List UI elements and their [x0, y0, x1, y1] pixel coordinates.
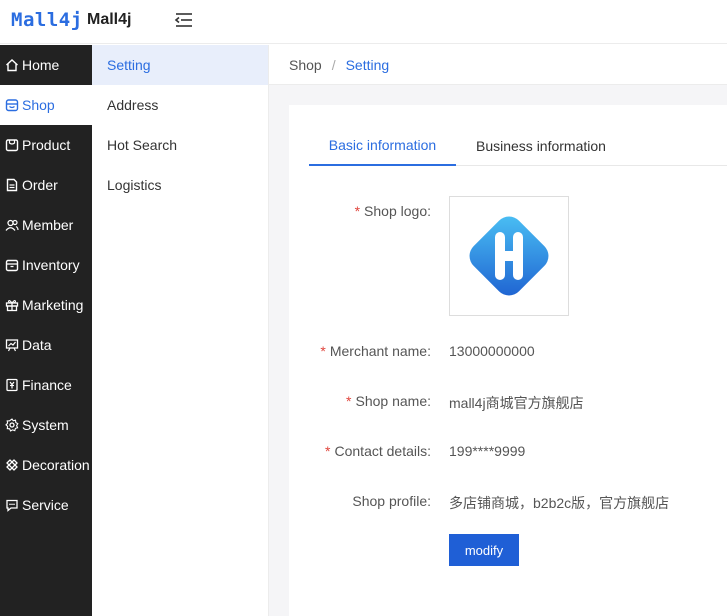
sidebar-item-label: Order — [22, 177, 58, 193]
sidebar-item-label: Inventory — [22, 257, 80, 273]
modify-button[interactable]: modify — [449, 534, 519, 566]
chart-icon — [5, 339, 19, 352]
gift-icon — [5, 300, 19, 312]
breadcrumb: Shop / Setting — [269, 45, 727, 85]
sidebar-item-label: Member — [22, 217, 74, 233]
logo-text: Mall4j — [11, 9, 83, 31]
sidebar-item-member[interactable]: Member — [0, 205, 92, 245]
tab-bar: Basic information Business information — [309, 125, 727, 166]
sidebar: Home Shop Product Order Member Inventory… — [0, 45, 92, 616]
app-logo[interactable]: Mall4j — [11, 8, 83, 32]
order-icon — [6, 178, 18, 192]
sidebar-item-label: Product — [22, 137, 71, 153]
brand-name: Mall4j — [87, 11, 132, 28]
sidebar-item-home[interactable]: Home — [0, 45, 92, 85]
shop-logo-label: * Shop logo: — [354, 203, 431, 219]
sidebar-item-label: Data — [22, 337, 52, 353]
shop-profile-label: Shop profile: — [352, 493, 431, 509]
shop-logo-graphic — [469, 216, 549, 296]
tab-basic-information[interactable]: Basic information — [309, 125, 456, 166]
tab-business-information[interactable]: Business information — [476, 125, 606, 166]
contact-details-value: 199****9999 — [449, 443, 526, 459]
sidebar-item-finance[interactable]: Finance — [0, 365, 92, 405]
product-icon — [5, 139, 19, 152]
home-icon — [6, 59, 18, 72]
submenu-item-setting[interactable]: Setting — [92, 45, 268, 85]
breadcrumb-separator: / — [331, 56, 336, 73]
sidebar-item-marketing[interactable]: Marketing — [0, 285, 92, 325]
main-content: Shop / Setting Basic information Busines… — [269, 45, 727, 616]
sidebar-item-label: Marketing — [22, 297, 84, 313]
submenu: Setting Address Hot Search Logistics — [92, 45, 269, 616]
chat-icon — [6, 499, 18, 512]
menu-fold-icon[interactable] — [174, 11, 194, 29]
sidebar-item-service[interactable]: Service — [0, 485, 92, 525]
shop-name-label: * Shop name: — [346, 393, 431, 409]
sidebar-item-shop[interactable]: Shop — [0, 85, 92, 125]
sidebar-item-label: System — [22, 417, 69, 433]
sidebar-item-decoration[interactable]: Decoration — [0, 445, 92, 485]
submenu-item-logistics[interactable]: Logistics — [92, 165, 268, 205]
sidebar-item-data[interactable]: Data — [0, 325, 92, 365]
sidebar-item-label: Service — [22, 497, 69, 513]
breadcrumb-setting: Setting — [345, 56, 390, 73]
inventory-icon — [5, 259, 19, 272]
shop-name-value: mall4j商城官方旗舰店 — [449, 395, 584, 411]
sidebar-item-label: Shop — [22, 97, 55, 113]
submenu-item-hot-search[interactable]: Hot Search — [92, 125, 268, 165]
merchant-name-label: * Merchant name: — [320, 343, 431, 359]
shop-icon — [5, 99, 19, 112]
merchant-name-value: 13000000000 — [449, 343, 535, 359]
sidebar-item-inventory[interactable]: Inventory — [0, 245, 92, 285]
member-icon — [5, 219, 19, 231]
breadcrumb-shop[interactable]: Shop — [289, 57, 322, 73]
contact-details-label: * Contact details: — [325, 443, 431, 459]
shop-profile-value: 多店铺商城，b2b2c版，官方旗舰店 — [449, 495, 670, 511]
sidebar-item-label: Finance — [22, 377, 72, 393]
sidebar-item-label: Decoration — [22, 457, 90, 473]
top-bar: Mall4j Mall4j — [0, 0, 727, 44]
sidebar-item-system[interactable]: System — [0, 405, 92, 445]
required-mark: * — [354, 203, 361, 219]
decoration-icon — [6, 459, 18, 471]
shop-logo-image[interactable] — [449, 196, 569, 316]
sidebar-item-label: Home — [22, 57, 60, 73]
sidebar-item-product[interactable]: Product — [0, 125, 92, 165]
settings-card: Basic information Business information *… — [289, 105, 727, 616]
yen-icon — [6, 378, 18, 392]
submenu-item-address[interactable]: Address — [92, 85, 268, 125]
gear-icon — [5, 418, 19, 432]
sidebar-item-order[interactable]: Order — [0, 165, 92, 205]
